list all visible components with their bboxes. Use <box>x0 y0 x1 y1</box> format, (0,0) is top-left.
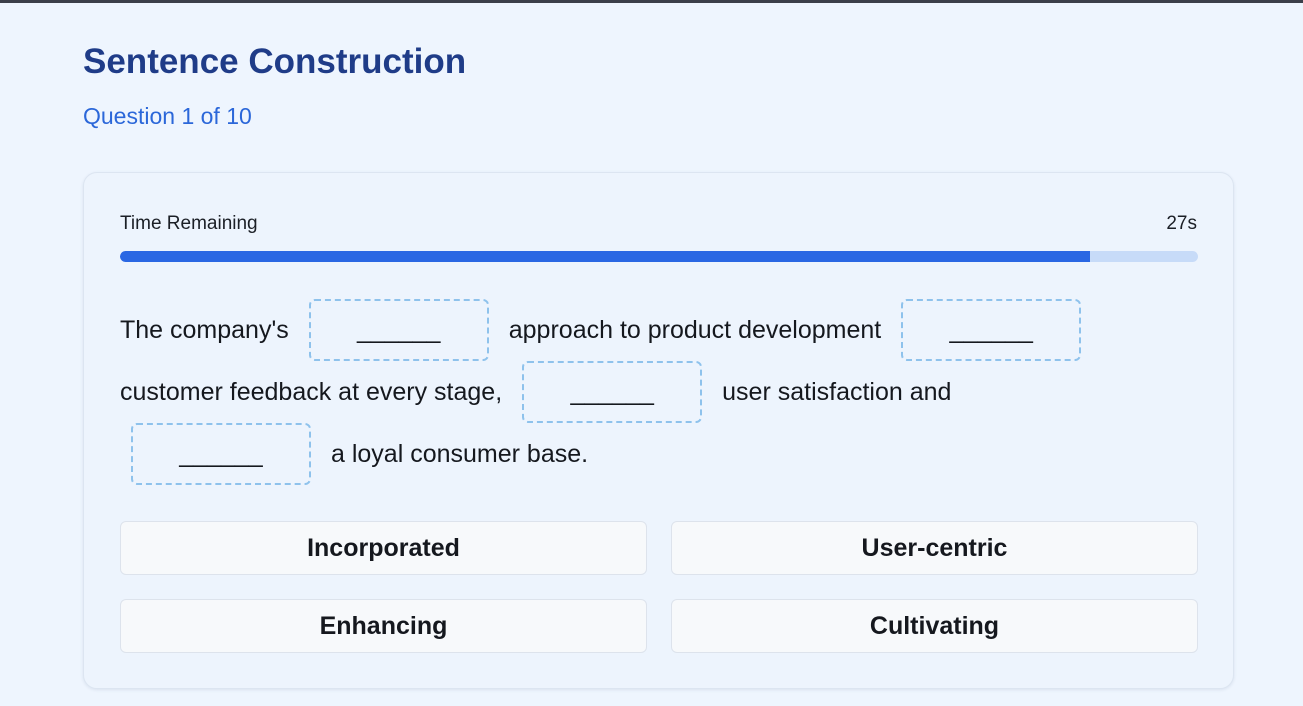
sentence-line: ______ a loyal consumer base. <box>120 423 1200 485</box>
sentence-segment: customer feedback at every stage, <box>120 377 503 406</box>
sentence-segment: a loyal consumer base. <box>331 439 589 468</box>
blank-slot-4[interactable]: ______ <box>131 423 311 485</box>
timer-value: 27s <box>1166 213 1197 234</box>
option-incorporated-button[interactable]: Incorporated <box>120 521 647 575</box>
option-user-centric-button[interactable]: User-centric <box>671 521 1198 575</box>
sentence-line: The company's ______ approach to product… <box>120 299 1200 361</box>
question-card: Time Remaining 27s The company's ______ … <box>83 172 1234 689</box>
blank-slot-1[interactable]: ______ <box>308 299 489 361</box>
sentence-line: customer feedback at every stage, ______… <box>120 361 1200 423</box>
option-enhancing-button[interactable]: Enhancing <box>120 599 647 653</box>
sentence-segment: approach to product development <box>508 315 882 344</box>
sentence-area: The company's ______ approach to product… <box>120 299 1200 485</box>
window-top-border <box>0 0 1303 3</box>
sentence-segment: user satisfaction and <box>722 377 952 406</box>
blank-slot-3[interactable]: ______ <box>522 361 703 423</box>
timer-label: Time Remaining <box>120 213 258 234</box>
timer-progress-bar <box>120 251 1198 262</box>
question-counter: Question 1 of 10 <box>83 103 252 129</box>
answer-options: Incorporated User-centric Enhancing Cult… <box>120 521 1198 653</box>
blank-slot-2[interactable]: ______ <box>901 299 1082 361</box>
option-cultivating-button[interactable]: Cultivating <box>671 599 1198 653</box>
sentence-segment: The company's <box>120 315 289 344</box>
page-title: Sentence Construction <box>83 42 467 81</box>
timer-progress-fill <box>120 251 1091 262</box>
